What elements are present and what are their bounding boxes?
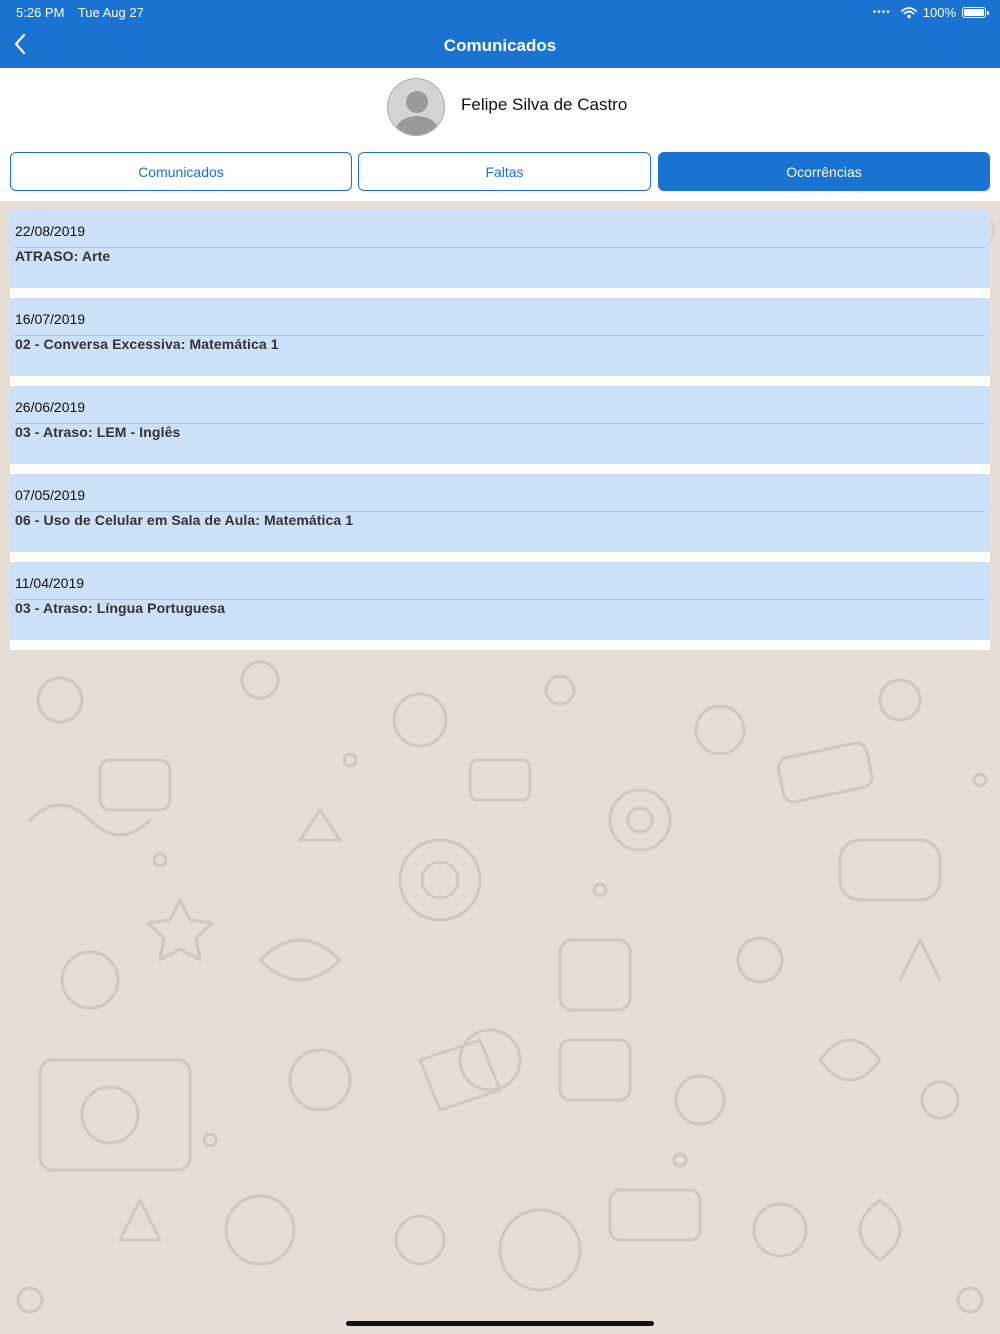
list-item[interactable]: 16/07/2019 02 - Conversa Excessiva: Mate…	[10, 298, 990, 376]
item-description: 06 - Uso de Celular em Sala de Aula: Mat…	[15, 512, 354, 528]
student-name: Felipe Silva de Castro	[461, 95, 628, 114]
item-divider	[15, 247, 985, 248]
tab-label: Ocorrências	[786, 163, 862, 180]
profile-header: Felipe Silva de Castro Comunicados Falta…	[0, 68, 1000, 201]
avatar	[387, 78, 445, 136]
home-indicator[interactable]	[346, 1321, 654, 1326]
tab-faltas[interactable]: Faltas	[358, 152, 651, 191]
tab-bar: Comunicados Faltas Ocorrências	[10, 152, 990, 191]
status-left: 5:26 PM Tue Aug 27	[16, 5, 154, 20]
item-description: 03 - Atraso: Língua Portuguesa	[15, 600, 226, 616]
status-time: 5:26 PM	[16, 5, 65, 20]
signal-dots-icon: ••••	[872, 7, 891, 18]
list-item[interactable]: 07/05/2019 06 - Uso de Celular em Sala d…	[10, 474, 990, 552]
list-item[interactable]: 22/08/2019 ATRASO: Arte	[10, 210, 990, 288]
tab-label: Comunicados	[138, 163, 224, 180]
status-bar: 5:26 PM Tue Aug 27 •••• 100%	[0, 0, 1000, 24]
list-item[interactable]: 11/04/2019 03 - Atraso: Língua Portugues…	[10, 562, 990, 640]
wifi-icon	[900, 6, 917, 18]
item-description: 03 - Atraso: LEM - Inglês	[15, 424, 181, 440]
battery-percent: 100%	[922, 5, 956, 20]
list-item[interactable]: 26/06/2019 03 - Atraso: LEM - Inglês	[10, 386, 990, 464]
item-date: 11/04/2019	[15, 575, 85, 591]
item-date: 22/08/2019	[15, 223, 86, 239]
battery-icon	[962, 7, 989, 18]
page-title: Comunicados	[443, 36, 557, 55]
tab-ocorrencias[interactable]: Ocorrências	[658, 152, 990, 191]
status-date: Tue Aug 27	[77, 5, 144, 20]
occurrence-list: 22/08/2019 ATRASO: Arte 16/07/2019 02 - …	[10, 210, 990, 650]
item-description: ATRASO: Arte	[15, 248, 111, 264]
top-bar: 5:26 PM Tue Aug 27 •••• 100% Comunicados	[0, 0, 1000, 68]
item-description: 02 - Conversa Excessiva: Matemática 1	[15, 336, 279, 352]
status-right: •••• 100%	[872, 5, 989, 20]
item-date: 07/05/2019	[15, 487, 86, 503]
item-date: 26/06/2019	[15, 399, 86, 415]
item-date: 16/07/2019	[15, 311, 86, 327]
tab-comunicados[interactable]: Comunicados	[10, 152, 352, 191]
tab-label: Faltas	[485, 163, 524, 180]
user-placeholder-icon	[394, 91, 440, 135]
